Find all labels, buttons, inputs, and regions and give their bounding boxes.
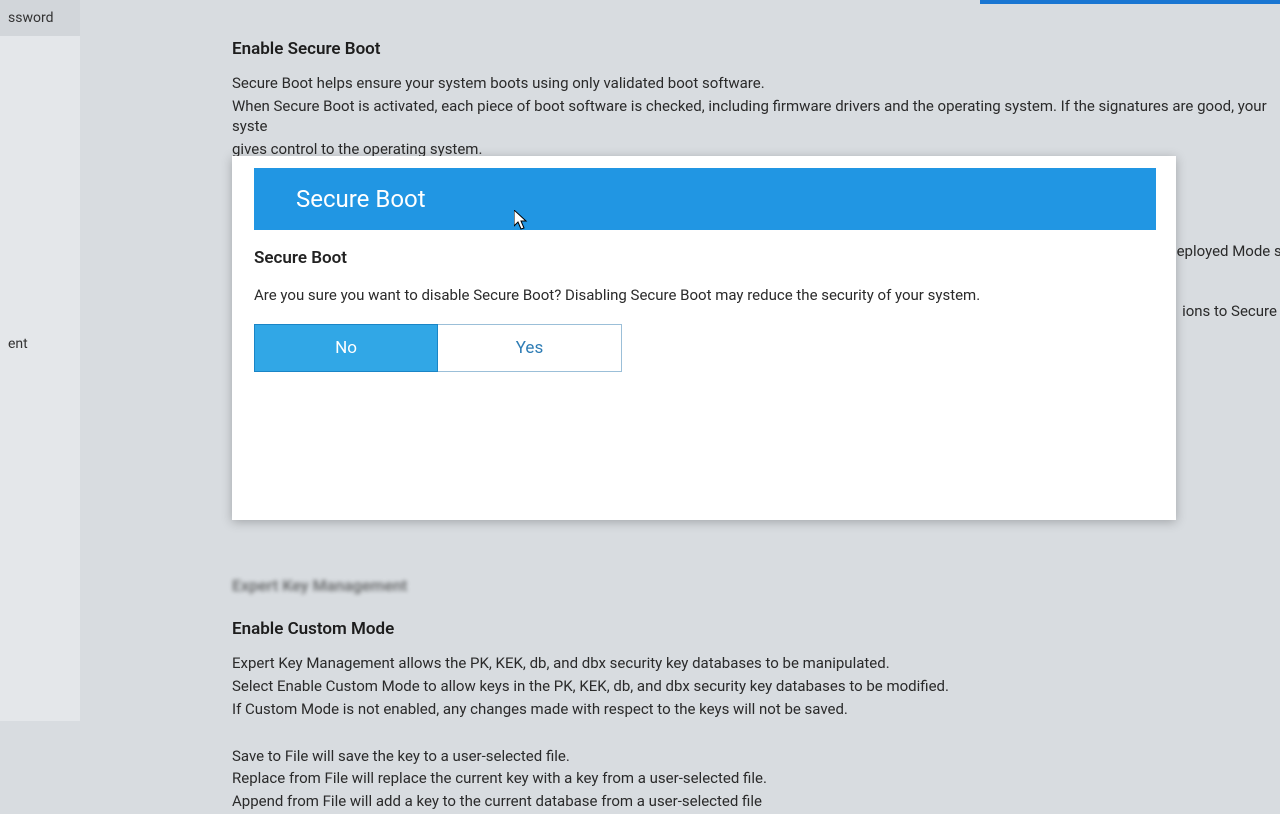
secure-boot-desc-line: Secure Boot helps ensure your system boo… xyxy=(232,73,1280,94)
enable-custom-mode-title: Enable Custom Mode xyxy=(232,619,1280,639)
dialog-buttons: No Yes xyxy=(254,324,1154,372)
sidebar-item-password[interactable]: ssword xyxy=(0,0,80,36)
sidebar: ssword ent xyxy=(0,0,80,721)
truncated-text-right: eployed Mode sh xyxy=(1177,242,1280,260)
sidebar-item-ent[interactable]: ent xyxy=(0,326,80,362)
yes-button[interactable]: Yes xyxy=(438,324,622,372)
dialog-body: Secure Boot Are you sure you want to dis… xyxy=(232,230,1176,372)
custom-mode-desc-line: Expert Key Management allows the PK, KEK… xyxy=(232,653,1280,674)
expert-key-management-title: Expert Key Management xyxy=(232,576,1280,595)
dialog-message: Are you sure you want to disable Secure … xyxy=(254,286,1154,304)
custom-mode-desc-line: Select Enable Custom Mode to allow keys … xyxy=(232,676,1280,697)
dialog-subtitle: Secure Boot xyxy=(254,248,1154,268)
no-button[interactable]: No xyxy=(254,324,438,372)
dialog-header-title: Secure Boot xyxy=(296,185,426,213)
key-action-desc-line: Save to File will save the key to a user… xyxy=(232,746,1280,767)
truncated-text-right: ions to Secure B xyxy=(1182,302,1280,320)
key-action-desc-line: Append from File will add a key to the c… xyxy=(232,791,1280,812)
secure-boot-dialog: Secure Boot Secure Boot Are you sure you… xyxy=(232,156,1176,520)
enable-secure-boot-title: Enable Secure Boot xyxy=(232,39,1280,59)
custom-mode-desc-line: If Custom Mode is not enabled, any chang… xyxy=(232,699,1280,720)
dialog-header: Secure Boot xyxy=(254,168,1156,230)
cursor-icon xyxy=(514,210,530,230)
secure-boot-desc-line: When Secure Boot is activated, each piec… xyxy=(232,96,1280,137)
key-action-desc-line: Replace from File will replace the curre… xyxy=(232,768,1280,789)
